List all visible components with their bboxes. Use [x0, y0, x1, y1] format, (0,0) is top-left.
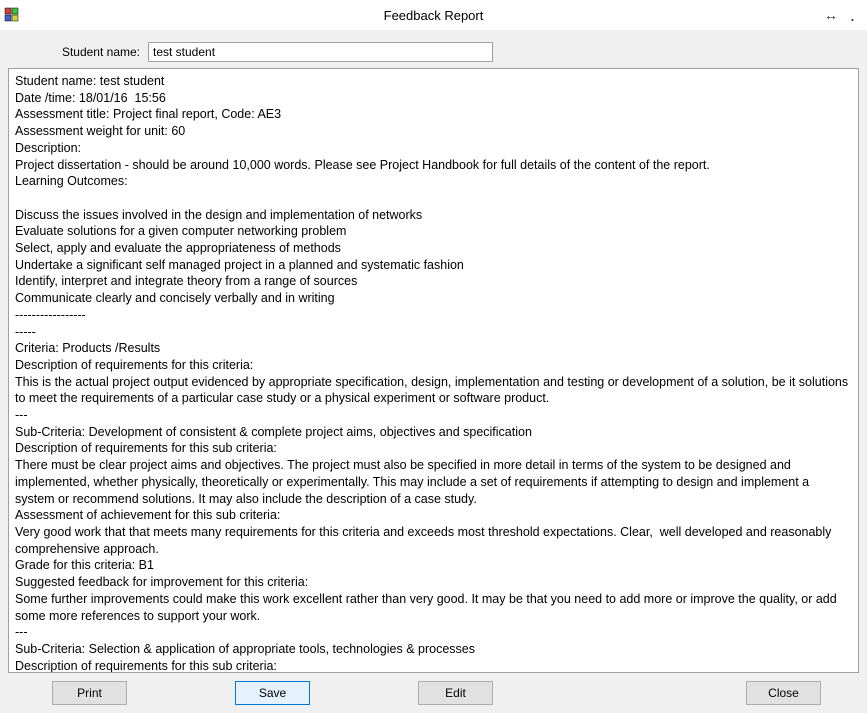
app-icon — [4, 7, 20, 23]
print-button[interactable]: Print — [52, 681, 127, 705]
title-bar: Feedback Report ↔ . — [0, 0, 867, 30]
edit-button[interactable]: Edit — [418, 681, 493, 705]
report-textarea[interactable]: Student name: test student Date /time: 1… — [8, 68, 859, 673]
student-name-input[interactable] — [148, 42, 493, 62]
save-button[interactable]: Save — [235, 681, 310, 705]
student-name-label: Student name: — [8, 45, 148, 59]
student-name-row: Student name: — [0, 30, 867, 68]
minimize-icon[interactable]: . — [850, 10, 855, 20]
button-bar: Print Save Edit Close — [0, 673, 867, 713]
restore-icon[interactable]: ↔ — [824, 7, 838, 23]
close-button[interactable]: Close — [746, 681, 821, 705]
window-controls: ↔ . — [824, 7, 863, 23]
window-title: Feedback Report — [384, 8, 484, 23]
